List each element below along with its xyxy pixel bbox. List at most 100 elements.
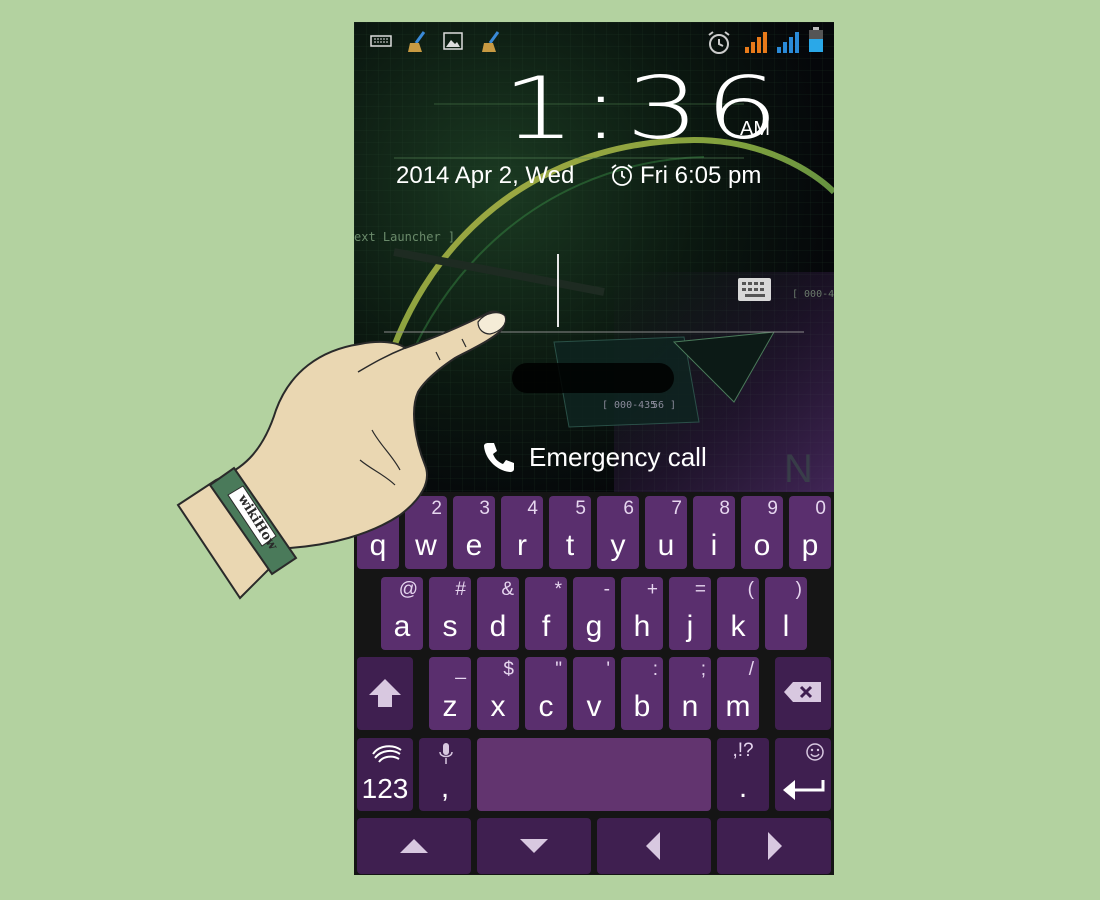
key-label: f [541, 610, 551, 643]
key-label: j [686, 610, 694, 643]
phone-screen: ext Launcher ] [ 000-435 [ 000-435 56 ] … [354, 22, 834, 875]
keyboard-toggle-icon[interactable] [738, 278, 771, 301]
key-label: r [517, 529, 527, 562]
arrow-up-key[interactable] [357, 818, 471, 874]
key-label: t [565, 529, 575, 562]
key-t[interactable]: 5t [549, 496, 591, 569]
enter-key[interactable] [775, 738, 831, 811]
key-label: m [725, 690, 751, 723]
key-f[interactable]: * f [525, 577, 567, 650]
key-m[interactable]: / m [717, 657, 759, 730]
shift-arrow-icon [369, 679, 401, 707]
key-label: x [490, 690, 506, 723]
key-s[interactable]: # s [429, 577, 471, 650]
key-alt-label: ) [795, 579, 802, 600]
key-r[interactable]: 4r [501, 496, 543, 569]
backspace-icon [784, 682, 821, 702]
soft-keyboard: 1q2w3e4r5t6y7u8i9o0p @ a # s & d * f - g + h = j(k) l … [354, 492, 834, 875]
key-label: g [585, 610, 603, 643]
key-z[interactable]: _ z [429, 657, 471, 730]
clock-ampm: AM [740, 118, 770, 140]
key-k[interactable]: (k [717, 577, 759, 650]
key-d[interactable]: & d [477, 577, 519, 650]
broom-icon [408, 31, 426, 52]
key-label: v [586, 690, 602, 723]
key-alt-label: : [652, 659, 658, 680]
battery-icon [809, 27, 823, 52]
comma-key[interactable]: , [419, 738, 471, 811]
key-c[interactable]: " c [525, 657, 567, 730]
key-h[interactable]: + h [621, 577, 663, 650]
key-alt-label: + [646, 579, 658, 600]
key-v[interactable]: ' v [573, 657, 615, 730]
key-label: i [710, 529, 718, 562]
key-u[interactable]: 7u [645, 496, 687, 569]
key-alt-label: / [748, 659, 754, 680]
arrow-right-key[interactable] [717, 818, 831, 874]
key-alt-label: - [603, 579, 610, 600]
key-label: p [801, 529, 819, 562]
key-q[interactable]: 1q [357, 496, 399, 569]
key-alt-label: _ [455, 659, 466, 680]
image-icon [443, 32, 463, 50]
alarm-icon [708, 31, 730, 54]
key-label: o [753, 529, 771, 562]
key-alt-label: 2 [431, 498, 442, 519]
key-label: h [633, 610, 651, 643]
key-label: z [442, 690, 458, 723]
lockscreen-date: 2014 Apr 2, Wed [396, 162, 575, 189]
key-alt-label: 3 [479, 498, 490, 519]
key-e[interactable]: 3e [453, 496, 495, 569]
key-alt-label: # [455, 579, 466, 600]
key-alt-label: $ [503, 659, 514, 680]
key-alt-label: @ [398, 579, 418, 600]
wallpaper-launcher-text: ext Launcher ] [354, 230, 455, 244]
key-w[interactable]: 2w [405, 496, 447, 569]
arrow-down-icon [520, 839, 548, 853]
enter-arrow-icon [783, 780, 825, 800]
key-label: a [393, 610, 411, 643]
unlock-button[interactable] [512, 363, 674, 393]
key-a[interactable]: @ a [381, 577, 423, 650]
key-alt-label: 8 [719, 498, 730, 519]
next-alarm-label: Fri 6:05 pm [640, 162, 762, 189]
shift-key[interactable] [357, 657, 413, 730]
key-label: b [633, 690, 651, 723]
period-alt-label: ,!? [732, 740, 754, 761]
key-label: q [369, 529, 387, 562]
key-alt-label: 1 [383, 498, 394, 519]
key-label: c [538, 690, 554, 723]
key-y[interactable]: 6y [597, 496, 639, 569]
emergency-call-button[interactable]: Emergency call [529, 442, 707, 473]
backspace-key[interactable] [775, 657, 831, 730]
key-p[interactable]: 0p [789, 496, 831, 569]
key-x[interactable]: $ x [477, 657, 519, 730]
alarm-clock-icon [611, 164, 633, 186]
key-label: n [681, 690, 699, 723]
svg-text:N: N [784, 447, 813, 491]
key-g[interactable]: -g [573, 577, 615, 650]
key-i[interactable]: 8i [693, 496, 735, 569]
wikihow-wristband: wikiHow [208, 466, 298, 576]
key-alt-label: * [554, 579, 562, 600]
swiftkey-logo-icon [372, 745, 402, 763]
wristband-label: wikiHow [234, 491, 281, 553]
period-key[interactable]: ,!? . [717, 738, 769, 811]
key-l[interactable]: ) l [765, 577, 807, 650]
comma-label: , [440, 771, 450, 804]
key-b[interactable]: :b [621, 657, 663, 730]
key-n[interactable]: ; n [669, 657, 711, 730]
microphone-icon [439, 743, 453, 764]
numbers-key[interactable]: 123 [357, 738, 413, 811]
key-alt-label: 7 [671, 498, 682, 519]
emoji-icon [806, 743, 824, 761]
arrow-down-key[interactable] [477, 818, 591, 874]
arrow-left-key[interactable] [597, 818, 711, 874]
key-o[interactable]: 9o [741, 496, 783, 569]
wallpaper-code-text-2: [ 000-435 [602, 400, 656, 411]
arrow-up-icon [400, 839, 428, 853]
phone-icon[interactable] [482, 440, 516, 474]
key-alt-label: ; [700, 659, 706, 680]
key-j[interactable]: = j [669, 577, 711, 650]
space-key[interactable] [477, 738, 711, 811]
